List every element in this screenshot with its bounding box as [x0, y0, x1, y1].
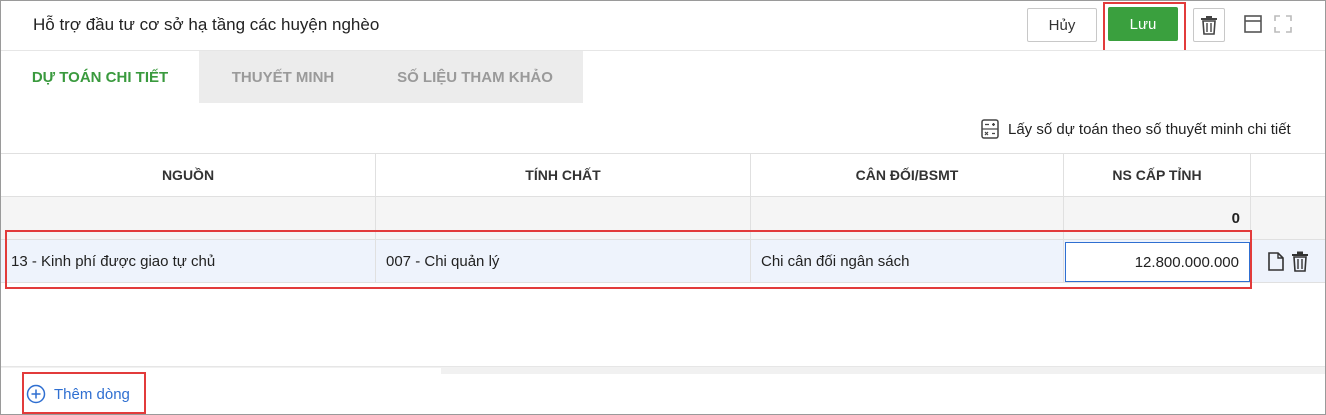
summary-cell-actions [1251, 197, 1325, 239]
table-header-row: NGUỒN TÍNH CHẤT CÂN ĐỐI/BSMT NS CẤP TỈNH [1, 153, 1325, 197]
row-actions [1267, 250, 1309, 272]
column-header-can-doi: CÂN ĐỐI/BSMT [751, 154, 1064, 196]
tab-du-toan-chi-tiet[interactable]: DỰ TOÁN CHI TIẾT [1, 51, 199, 103]
calculator-icon [981, 119, 999, 139]
column-header-nguon: NGUỒN [1, 154, 376, 196]
trash-icon [1201, 16, 1217, 35]
save-highlight [1103, 2, 1186, 52]
column-header-ns-cap-tinh: NS CẤP TỈNH [1064, 154, 1251, 196]
column-header-actions [1251, 154, 1325, 196]
fetch-estimate-link[interactable]: Lấy số dự toán theo số thuyết minh chi t… [980, 118, 1291, 140]
column-header-tinh-chat: TÍNH CHẤT [376, 154, 751, 196]
trash-icon[interactable] [1291, 250, 1309, 272]
tab-so-lieu-tham-khao[interactable]: SỐ LIỆU THAM KHẢO [367, 51, 583, 103]
tab-bar: DỰ TOÁN CHI TIẾT THUYẾT MINH SỐ LIỆU THA… [1, 50, 1325, 104]
cancel-button[interactable]: Hủy [1027, 8, 1097, 42]
tab-thuyet-minh[interactable]: THUYẾT MINH [199, 51, 367, 103]
add-row-highlight [22, 372, 146, 414]
horizontal-scrollbar[interactable] [1, 366, 1325, 374]
fullscreen-icon[interactable] [1274, 15, 1292, 33]
copy-icon[interactable] [1267, 250, 1285, 272]
delete-button[interactable] [1193, 8, 1225, 42]
page-title: Hỗ trợ đầu tư cơ sở hạ tầng các huyện ng… [33, 15, 380, 34]
fetch-estimate-label: Lấy số dự toán theo số thuyết minh chi t… [1008, 120, 1291, 138]
window-icon[interactable] [1244, 15, 1262, 33]
row-highlight [5, 230, 1252, 289]
